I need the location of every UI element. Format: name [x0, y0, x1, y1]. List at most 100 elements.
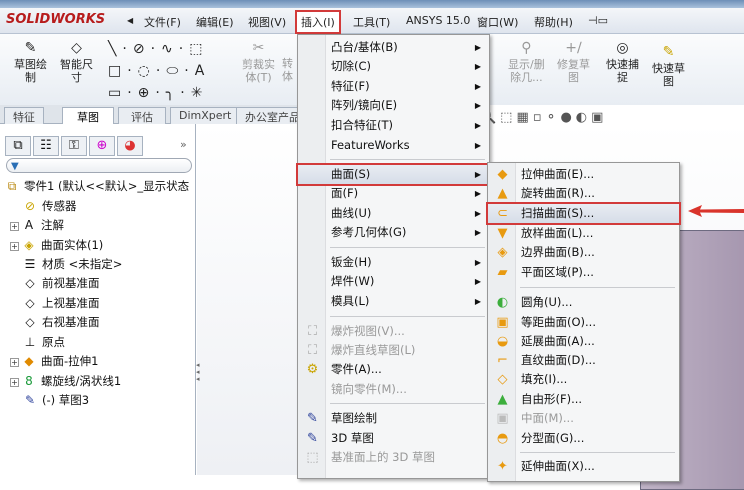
surface-menu-item[interactable]: ⊂ 扫描曲面(S)...: [486, 202, 681, 225]
surface-menu-item[interactable]: ▣ 等距曲面(O)...: [488, 313, 679, 332]
tree-item[interactable]: ◇ 右视基准面: [22, 313, 99, 331]
fill-icon: ◇: [497, 372, 508, 387]
menu-window[interactable]: 窗口(W): [477, 14, 518, 30]
tree-item[interactable]: + A 注解: [10, 216, 64, 234]
tree-item[interactable]: ✎ (-) 草图3: [22, 391, 89, 409]
planar-surface-icon: ▰: [497, 265, 508, 280]
surface-menu-item[interactable]: ▲ 旋转曲面(R)...: [488, 184, 679, 203]
surface-menu-item[interactable]: ◓ 分型面(G)...: [488, 429, 679, 448]
plane-icon: ◇: [25, 315, 35, 329]
surface-menu-item[interactable]: ◇ 填充(I)...: [488, 370, 679, 389]
insert-menu-item[interactable]: 曲面(S) ▶: [296, 163, 491, 186]
menu-separator: [330, 247, 485, 248]
trim-button[interactable]: ✂ 剪裁实 体(T): [242, 40, 275, 84]
insert-menu-item[interactable]: 阵列/镜向(E) ▶: [298, 96, 489, 115]
sketch-button[interactable]: ✎ 草图绘 制: [14, 40, 47, 84]
smart-dimension-button[interactable]: ◇ 智能尺 寸: [60, 40, 93, 84]
tab-evaluate[interactable]: 评估: [118, 107, 166, 124]
surface-menu-item[interactable]: ⌐ 直纹曲面(D)...: [488, 351, 679, 370]
tree-item[interactable]: ◇ 前视基准面: [22, 274, 99, 292]
rapid-sketch-button[interactable]: ✎ 快速草 图: [652, 44, 685, 88]
menu-insert[interactable]: 插入(I): [295, 10, 341, 34]
insert-menu-item[interactable]: ⛶ 爆炸视图(V)...: [298, 322, 489, 341]
surface-menu-item[interactable]: ▼ 放样曲面(L)...: [488, 224, 679, 243]
tab-features[interactable]: 特征: [4, 107, 44, 124]
surface-menu-item[interactable]: ▲ 自由形(F)...: [488, 390, 679, 409]
tree-item[interactable]: + ◈ 曲面实体(1): [10, 236, 103, 254]
menu-item-label: 凸台/基体(B): [331, 40, 398, 54]
insert-menu-item[interactable]: 凸台/基体(B) ▶: [298, 38, 489, 57]
menu-item-label: 零件(A)...: [331, 362, 382, 376]
insert-menu-item[interactable]: 参考几何体(G) ▶: [298, 223, 489, 242]
expand-toggle[interactable]: +: [10, 358, 19, 367]
insert-menu-item[interactable]: 镜向零件(M)...: [298, 380, 489, 399]
tree-item[interactable]: ⊥ 原点: [22, 333, 65, 351]
submenu-arrow-icon: ▶: [474, 82, 481, 91]
show-delete-relations-button[interactable]: ⚲ 显示/删 除几...: [508, 40, 545, 84]
surface-menu-item[interactable]: ✦ 延伸曲面(X)...: [488, 457, 679, 476]
insert-menu-item[interactable]: 模具(L) ▶: [298, 292, 489, 311]
menu-item-label: FeatureWorks: [331, 138, 410, 152]
part-icon: ⚙: [306, 362, 319, 377]
expand-icon[interactable]: »: [180, 138, 187, 151]
menu-ansys[interactable]: ANSYS 15.0: [406, 14, 470, 27]
material-icon: ☰: [24, 257, 36, 271]
expand-toggle[interactable]: +: [10, 378, 19, 387]
tree-filter-input[interactable]: ▼: [6, 158, 192, 173]
insert-menu-item[interactable]: ⚙ 零件(A)...: [298, 360, 489, 379]
pin-icon[interactable]: ⊣▭: [588, 14, 608, 27]
insert-menu-item[interactable]: 面(F) ▶: [298, 184, 489, 203]
insert-menu-item[interactable]: 切除(C) ▶: [298, 57, 489, 76]
insert-menu-item[interactable]: 钣金(H) ▶: [298, 253, 489, 272]
surface-menu-item[interactable]: ◆ 拉伸曲面(E)...: [488, 165, 679, 184]
tree-item[interactable]: ⊘ 传感器: [22, 197, 77, 215]
repair-sketch-button[interactable]: +∕ 修复草 图: [557, 40, 590, 84]
surface-menu-item[interactable]: ▰ 平面区域(P)...: [488, 263, 679, 282]
tree-item[interactable]: + ◆ 曲面-拉伸1: [10, 352, 98, 370]
view-toolbar[interactable]: 🔍⬚▦▫⚬●◐▣: [480, 110, 607, 125]
panel-collapse-handle[interactable]: ◂ ◂ ◂: [196, 362, 200, 383]
insert-menu-item[interactable]: 扣合特征(T) ▶: [298, 116, 489, 135]
insert-menu-item[interactable]: ✎ 3D 草图: [298, 429, 489, 448]
menu-tools[interactable]: 工具(T): [353, 14, 390, 30]
surface-menu-item[interactable]: ▣ 中面(M)...: [488, 409, 679, 428]
submenu-arrow-icon: ▶: [474, 277, 481, 286]
insert-menu-item[interactable]: ⬚ 基准面上的 3D 草图: [298, 448, 489, 467]
dimxpert-tab-icon[interactable]: ⊕: [89, 136, 115, 156]
display-manager-tab-icon[interactable]: ◕: [117, 136, 143, 156]
menu-edit[interactable]: 编辑(E): [196, 14, 234, 30]
insert-menu-item[interactable]: 曲线(U) ▶: [298, 204, 489, 223]
menu-item-label: 参考几何体(G): [331, 225, 407, 239]
configuration-tab-icon[interactable]: ⚿: [61, 136, 87, 156]
expand-toggle[interactable]: +: [10, 222, 19, 231]
insert-menu-item[interactable]: 特征(F) ▶: [298, 77, 489, 96]
filter-icon: ▼: [11, 161, 19, 172]
tab-sketch[interactable]: 草图: [62, 107, 114, 124]
insert-menu-item[interactable]: ⛶ 爆炸直线草图(L): [298, 341, 489, 360]
surface-menu-item[interactable]: ◒ 延展曲面(A)...: [488, 332, 679, 351]
tree-root[interactable]: ⧉ 零件1 (默认<<默认>_显示状态: [4, 177, 189, 195]
tree-item[interactable]: +8 螺旋线/涡状线1: [10, 372, 121, 390]
tree-item[interactable]: ◇ 上视基准面: [22, 294, 99, 312]
property-manager-tab-icon[interactable]: ☷: [33, 136, 59, 156]
quick-snap-button[interactable]: ◎ 快速捕 捉: [606, 40, 639, 84]
tree-item[interactable]: ☰ 材质 <未指定>: [22, 255, 123, 273]
expand-toggle[interactable]: +: [10, 242, 19, 251]
feature-manager-panel: ⧉ ☷ ⚿ ⊕ ◕ » ▼ ⧉ 零件1 (默认<<默认>_显示状态 ⊘ 传感器 + A…: [0, 124, 200, 475]
submenu-arrow-icon: ▶: [474, 297, 481, 306]
submenu-arrow-icon: ▶: [474, 43, 481, 52]
insert-menu-item[interactable]: 焊件(W) ▶: [298, 272, 489, 291]
menu-item-label: 切除(C): [331, 59, 372, 73]
tab-dimxpert[interactable]: DimXpert: [170, 107, 241, 124]
surface-menu-item[interactable]: ◈ 边界曲面(B)...: [488, 243, 679, 262]
menu-file[interactable]: 文件(F): [144, 14, 181, 30]
surface-menu-item[interactable]: ◐ 圆角(U)...: [488, 293, 679, 312]
sketch-tools-grid[interactable]: ╲·⊘·∿·⬚ □·◌·⬭·A ▭·⊕·╮·✳: [108, 38, 210, 104]
menu-view[interactable]: 视图(V): [248, 14, 286, 30]
menu-collapse-icon[interactable]: ◀: [127, 16, 133, 25]
insert-menu-item[interactable]: FeatureWorks ▶: [298, 136, 489, 155]
feature-tree-tab-icon[interactable]: ⧉: [5, 136, 31, 156]
insert-menu-item[interactable]: ✎ 草图绘制: [298, 409, 489, 428]
convert-button[interactable]: 转 体: [282, 57, 293, 83]
menu-help[interactable]: 帮助(H): [534, 14, 573, 30]
